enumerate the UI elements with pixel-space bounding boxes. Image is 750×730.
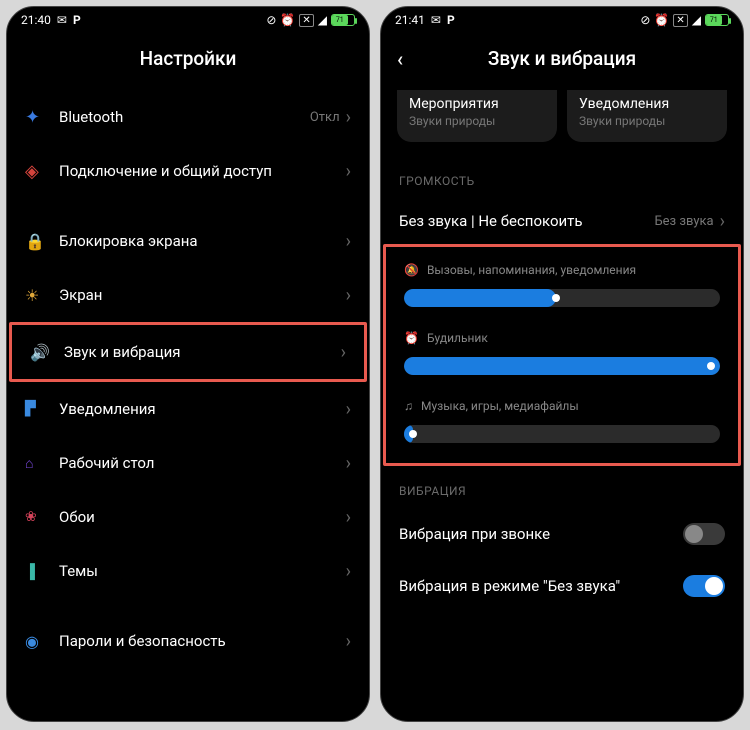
close-icon: ✕ [299, 14, 313, 27]
status-bar: 21:41 ✉ P ⊘ ⏰ ✕ ◢ 71 [381, 7, 743, 33]
signal-icon: ◢ [692, 13, 701, 27]
p-icon: P [73, 13, 81, 27]
highlight-sliders: 🔕 Вызовы, напоминания, уведомления ⏰ Буд… [383, 244, 741, 466]
music-icon: ♫ [404, 399, 413, 413]
close-icon: ✕ [673, 14, 687, 27]
alarm-icon: ⏰ [654, 13, 669, 27]
battery-icon: 71 [331, 14, 355, 26]
row-notifications[interactable]: ▛ Уведомления › [7, 382, 369, 436]
lock-icon: 🔒 [25, 232, 45, 251]
page-title: ‹ Звук и вибрация [381, 33, 743, 90]
row-silent-dnd[interactable]: Без звука | Не беспокоить Без звука › [381, 198, 743, 244]
battery-icon: 71 [705, 14, 729, 26]
dnd-icon: ⊘ [266, 13, 276, 27]
phone-right: 21:41 ✉ P ⊘ ⏰ ✕ ◢ 71 ‹ Звук и вибрация М… [380, 6, 744, 722]
chevron-right-icon: › [346, 285, 351, 306]
highlight-sound: 🔊 Звук и вибрация › [9, 322, 367, 382]
card-events[interactable]: Мероприятия Звуки природы [397, 90, 557, 142]
row-passwords-security[interactable]: ◉ Пароли и безопасность › [7, 614, 369, 668]
wallpaper-icon: ❀ [25, 509, 37, 525]
chevron-right-icon: › [346, 399, 351, 420]
chevron-right-icon: › [341, 342, 346, 363]
row-connection-sharing[interactable]: ◈ Подключение и общий доступ › [7, 144, 369, 198]
slider-ringtone[interactable]: 🔕 Вызовы, напоминания, уведомления [386, 253, 738, 321]
chevron-right-icon: › [346, 453, 351, 474]
card-notifications[interactable]: Уведомления Звуки природы [567, 90, 727, 142]
home-icon: ⌂ [25, 455, 33, 472]
bell-off-icon: 🔕 [404, 263, 419, 277]
status-bar: 21:40 ✉ P ⊘ ⏰ ✕ ◢ 71 [7, 7, 369, 33]
phone-left: 21:40 ✉ P ⊘ ⏰ ✕ ◢ 71 Настройки ✦ Bluetoo… [6, 6, 370, 722]
themes-icon: ▐ [25, 563, 35, 580]
slider-media[interactable]: ♫ Музыка, игры, медиафайлы [386, 389, 738, 457]
mail-icon: ✉ [57, 13, 67, 27]
toggle-switch[interactable] [683, 575, 725, 597]
preset-cards: Мероприятия Звуки природы Уведомления Зв… [381, 90, 743, 156]
chevron-right-icon: › [346, 507, 351, 528]
page-title: Настройки [7, 33, 369, 90]
bluetooth-icon: ✦ [25, 107, 40, 128]
row-bluetooth[interactable]: ✦ Bluetooth Откл › [7, 90, 369, 144]
slider-track[interactable] [404, 425, 720, 443]
back-button[interactable]: ‹ [397, 47, 403, 71]
p-icon: P [447, 13, 455, 27]
settings-list: ✦ Bluetooth Откл › ◈ Подключение и общий… [7, 90, 369, 721]
chevron-right-icon: › [346, 631, 351, 652]
status-time: 21:41 [395, 13, 425, 27]
row-wallpaper[interactable]: ❀ Обои › [7, 490, 369, 544]
row-home-screen[interactable]: ⌂ Рабочий стол › [7, 436, 369, 490]
speaker-icon: 🔊 [30, 343, 50, 362]
chevron-right-icon: › [346, 231, 351, 252]
toggle-vibrate-on-ring[interactable]: Вибрация при звонке [381, 508, 743, 560]
slider-alarm[interactable]: ⏰ Будильник [386, 321, 738, 389]
toggle-switch[interactable] [683, 523, 725, 545]
notification-icon: ▛ [25, 401, 36, 417]
section-volume: ГРОМКОСТЬ [381, 156, 743, 198]
row-display[interactable]: ☀ Экран › [7, 268, 369, 322]
section-vibration: ВИБРАЦИЯ [381, 466, 743, 508]
chevron-right-icon: › [346, 561, 351, 582]
row-themes[interactable]: ▐ Темы › [7, 544, 369, 598]
alarm-clock-icon: ⏰ [404, 331, 419, 345]
dnd-icon: ⊘ [640, 13, 650, 27]
signal-icon: ◢ [318, 13, 327, 27]
chevron-right-icon: › [720, 211, 725, 232]
status-time: 21:40 [21, 13, 51, 27]
fingerprint-icon: ◉ [25, 632, 39, 651]
toggle-vibrate-in-silent[interactable]: Вибрация в режиме "Без звука" [381, 560, 743, 612]
mail-icon: ✉ [431, 13, 441, 27]
sun-icon: ☀ [25, 286, 39, 305]
row-sound-vibration[interactable]: 🔊 Звук и вибрация › [12, 325, 364, 379]
chevron-right-icon: › [346, 161, 351, 182]
share-icon: ◈ [25, 161, 39, 182]
slider-track[interactable] [404, 357, 720, 375]
slider-track[interactable] [404, 289, 720, 307]
row-lock-screen[interactable]: 🔒 Блокировка экрана › [7, 214, 369, 268]
alarm-icon: ⏰ [280, 13, 295, 27]
chevron-right-icon: › [346, 107, 351, 128]
